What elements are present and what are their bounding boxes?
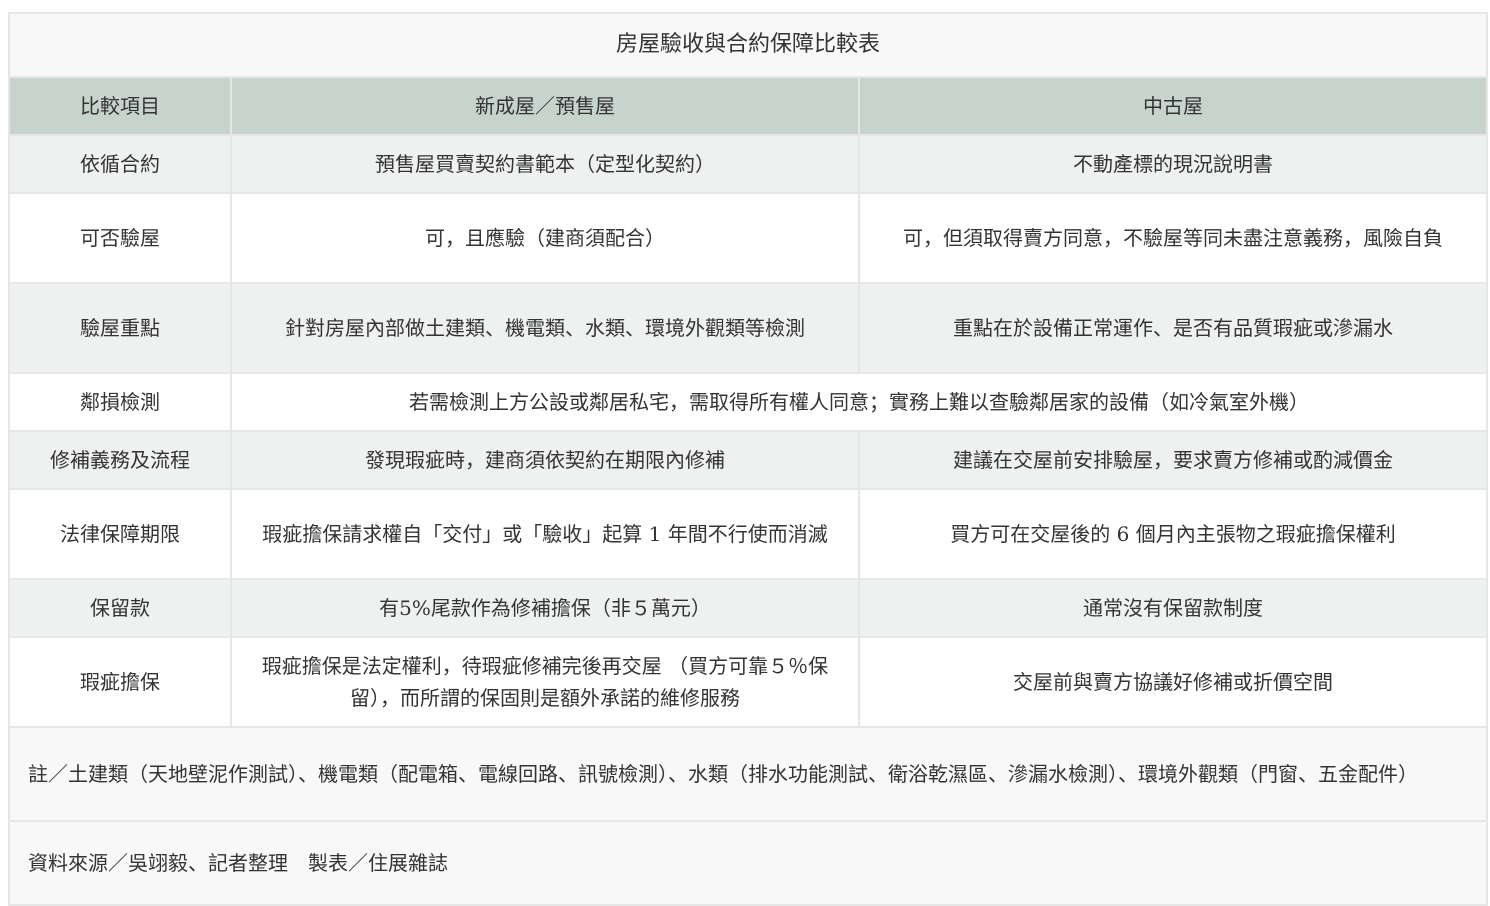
table-title: 房屋驗收與合約保障比較表 [8, 12, 1488, 78]
comparison-table: 房屋驗收與合約保障比較表 比較項目 新成屋／預售屋 中古屋 依循合約 預售屋買賣… [8, 12, 1488, 906]
cell-used-house: 買方可在交屋後的 6 個月內主張物之瑕疵擔保權利 [858, 488, 1488, 580]
cell-new-house: 瑕疵擔保請求權自「交付」或「驗收」起算 1 年間不行使而消滅 [230, 488, 860, 580]
header-new-house: 新成屋／預售屋 [230, 76, 860, 136]
header-used-house: 中古屋 [858, 76, 1488, 136]
table-row: 修補義務及流程 發現瑕疵時，建商須依契約在期限內修補 建議在交屋前安排驗屋，要求… [8, 430, 1488, 490]
table-row: 保留款 有5%尾款作為修補擔保（非５萬元） 通常沒有保留款制度 [8, 578, 1488, 638]
cell-new-house: 瑕疵擔保是法定權利，待瑕疵修補完後再交屋 （買方可靠５％保留），而所謂的保固則是… [230, 636, 860, 728]
cell-new-house: 針對房屋內部做土建類、機電類、水類、環境外觀類等檢測 [230, 282, 860, 374]
table-note: 註／土建類（天地壁泥作測試）、機電類（配電箱、電線回路、訊號檢測）、水類（排水功… [8, 726, 1488, 822]
cell-used-house: 可，但須取得賣方同意，不驗屋等同未盡注意義務，風險自負 [858, 192, 1488, 284]
table-row: 法律保障期限 瑕疵擔保請求權自「交付」或「驗收」起算 1 年間不行使而消滅 買方… [8, 488, 1488, 580]
table-caption-row: 房屋驗收與合約保障比較表 [8, 12, 1488, 78]
table-note-row: 註／土建類（天地壁泥作測試）、機電類（配電箱、電線回路、訊號檢測）、水類（排水功… [8, 726, 1488, 822]
table-row: 可否驗屋 可，且應驗（建商須配合） 可，但須取得賣方同意，不驗屋等同未盡注意義務… [8, 192, 1488, 284]
cell-used-house: 重點在於設備正常運作、是否有品質瑕疵或滲漏水 [858, 282, 1488, 374]
table-row: 依循合約 預售屋買賣契約書範本（定型化契約） 不動產標的現況說明書 [8, 134, 1488, 194]
row-label: 法律保障期限 [8, 488, 232, 580]
table-source: 資料來源／吳翊毅、記者整理 製表／住展雜誌 [8, 820, 1488, 906]
row-label: 瑕疵擔保 [8, 636, 232, 728]
cell-new-house: 可，且應驗（建商須配合） [230, 192, 860, 284]
row-label: 鄰損檢測 [8, 372, 232, 432]
table-row: 鄰損檢測 若需檢測上方公設或鄰居私宅，需取得所有權人同意；實務上難以查驗鄰居家的… [8, 372, 1488, 432]
cell-used-house: 通常沒有保留款制度 [858, 578, 1488, 638]
cell-used-house: 交屋前與賣方協議好修補或折價空間 [858, 636, 1488, 728]
table-row: 瑕疵擔保 瑕疵擔保是法定權利，待瑕疵修補完後再交屋 （買方可靠５％保留），而所謂… [8, 636, 1488, 728]
cell-new-house: 發現瑕疵時，建商須依契約在期限內修補 [230, 430, 860, 490]
table-header-row: 比較項目 新成屋／預售屋 中古屋 [8, 76, 1488, 136]
table-row: 驗屋重點 針對房屋內部做土建類、機電類、水類、環境外觀類等檢測 重點在於設備正常… [8, 282, 1488, 374]
row-label: 驗屋重點 [8, 282, 232, 374]
row-label: 可否驗屋 [8, 192, 232, 284]
cell-new-house: 預售屋買賣契約書範本（定型化契約） [230, 134, 860, 194]
row-label: 修補義務及流程 [8, 430, 232, 490]
cell-used-house: 不動產標的現況說明書 [858, 134, 1488, 194]
header-item: 比較項目 [8, 76, 232, 136]
cell-merged: 若需檢測上方公設或鄰居私宅，需取得所有權人同意；實務上難以查驗鄰居家的設備（如冷… [230, 372, 1488, 432]
row-label: 依循合約 [8, 134, 232, 194]
table-source-row: 資料來源／吳翊毅、記者整理 製表／住展雜誌 [8, 820, 1488, 906]
cell-used-house: 建議在交屋前安排驗屋，要求賣方修補或酌減價金 [858, 430, 1488, 490]
cell-new-house: 有5%尾款作為修補擔保（非５萬元） [230, 578, 860, 638]
comparison-table-wrapper: 房屋驗收與合約保障比較表 比較項目 新成屋／預售屋 中古屋 依循合約 預售屋買賣… [8, 12, 1488, 906]
row-label: 保留款 [8, 578, 232, 638]
